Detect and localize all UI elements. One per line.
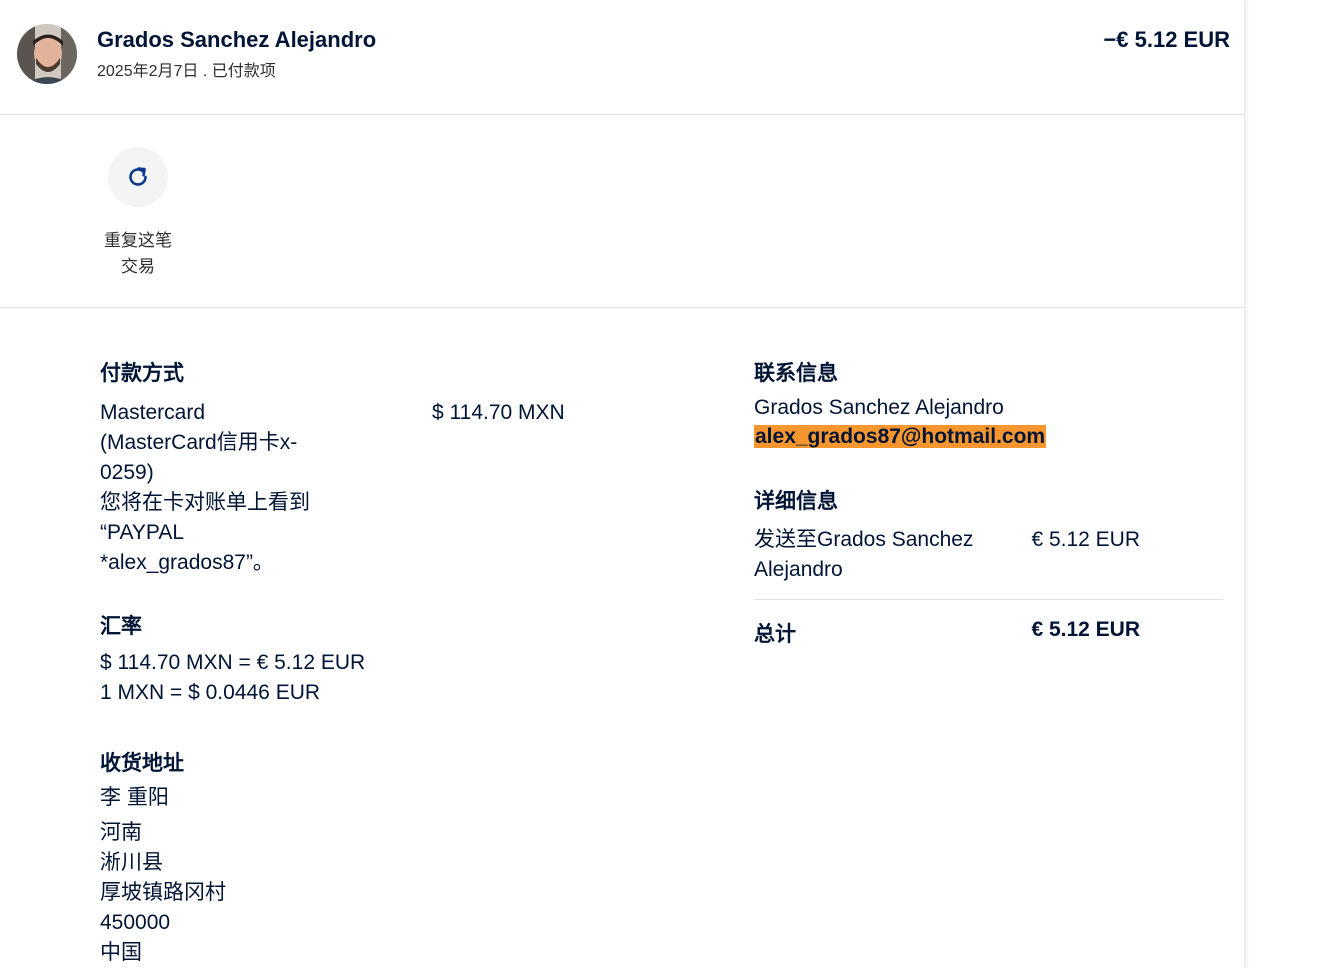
details-title: 详细信息 [754, 490, 838, 513]
repeat-transaction-label[interactable]: 重复这笔 交易 [98, 228, 178, 280]
payment-method-details: Mastercard (MasterCard信用卡x- 0259) 您将在卡对账… [100, 401, 310, 574]
divider [754, 599, 1223, 600]
refresh-icon [129, 167, 147, 186]
repeat-transaction-button[interactable] [108, 147, 168, 207]
sent-amount: € 5.12 EUR [1031, 528, 1140, 551]
contact-email[interactable]: alex_grados87@hotmail.com [754, 422, 1047, 452]
total-amount: € 5.12 EUR [1031, 618, 1140, 641]
shipping-address-title: 收货地址 [100, 752, 184, 775]
transaction-amount: −€ 5.12 EUR [1103, 27, 1230, 52]
transaction-panel: Grados Sanchez Alejandro 2025年2月7日 . 已付款… [0, 0, 1245, 968]
exchange-rate-details: $ 114.70 MXN = € 5.12 EUR 1 MXN = $ 0.04… [100, 651, 366, 704]
actions-bar: 重复这笔 交易 [0, 115, 1244, 308]
contact-name: Grados Sanchez Alejandro [754, 396, 1004, 419]
sent-to: 发送至Grados Sanchez Alejandro [754, 528, 974, 581]
exchange-rate-title: 汇率 [100, 615, 142, 638]
counterparty-name: Grados Sanchez Alejandro [97, 27, 377, 52]
shipping-address: 李 重阳 河南 淅川县 厚坡镇路冈村 450000 中国 [100, 786, 226, 964]
transaction-header: Grados Sanchez Alejandro 2025年2月7日 . 已付款… [0, 0, 1244, 115]
avatar-photo-icon [17, 24, 77, 84]
avatar [17, 24, 77, 84]
payment-method-title: 付款方式 [100, 362, 184, 385]
total-label: 总计 [754, 623, 796, 646]
contact-info-title: 联系信息 [754, 362, 838, 385]
transaction-date-status: 2025年2月7日 . 已付款项 [97, 63, 276, 80]
payment-amount: $ 114.70 MXN [432, 401, 565, 424]
